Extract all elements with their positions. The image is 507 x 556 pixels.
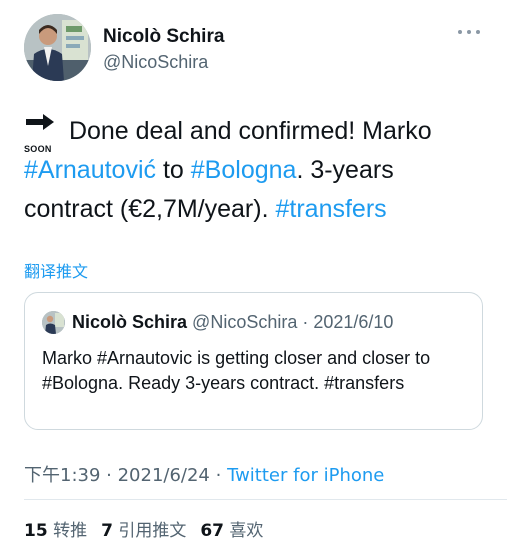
- soon-arrow-icon: SOON: [24, 114, 56, 154]
- quotes-count: 7: [101, 521, 113, 541]
- meta-separator: ·: [209, 465, 228, 486]
- likes-label: 喜欢: [229, 521, 264, 541]
- tweet-text-part: to: [156, 156, 191, 184]
- quoted-header: Nicolò Schira @NicoSchira · 2021/6/10: [72, 312, 393, 333]
- tweet-date[interactable]: 2021/6/24: [118, 465, 210, 486]
- tweet-time[interactable]: 下午1:39: [24, 465, 100, 486]
- tweet-meta: 下午1:39 · 2021/6/24 · Twitter for iPhone: [24, 461, 384, 487]
- author-name[interactable]: Nicolò Schira: [103, 26, 224, 48]
- retweets-label: 转推: [53, 521, 88, 541]
- tweet-stats: 15 转推 7 引用推文 67 喜欢: [24, 516, 263, 541]
- quotes-label: 引用推文: [118, 521, 187, 541]
- retweets-stat[interactable]: 15 转推: [24, 521, 87, 541]
- retweets-count: 15: [24, 521, 48, 541]
- quoted-date: 2021/6/10: [313, 312, 394, 332]
- more-dot: [476, 30, 480, 34]
- soon-label: SOON: [24, 144, 52, 154]
- likes-count: 67: [200, 521, 224, 541]
- more-dot: [467, 30, 471, 34]
- tweet-text-part: Done deal and confirmed! Marko: [62, 117, 432, 145]
- more-horizontal-icon[interactable]: [458, 22, 480, 42]
- meta-separator: ·: [100, 465, 118, 486]
- quoted-author-avatar: [42, 311, 65, 334]
- hashtag-link[interactable]: #Bologna: [191, 156, 297, 184]
- quoted-author-name: Nicolò Schira: [72, 312, 188, 332]
- quotes-stat[interactable]: 7 引用推文: [101, 521, 186, 541]
- tweet-source[interactable]: Twitter for iPhone: [227, 465, 384, 486]
- hashtag-link[interactable]: #transfers: [275, 195, 386, 223]
- quoted-author-handle: @NicoSchira: [192, 312, 298, 332]
- author-handle[interactable]: @NicoSchira: [103, 52, 208, 73]
- quoted-tweet[interactable]: Nicolò Schira @NicoSchira · 2021/6/10 Ma…: [24, 292, 483, 430]
- likes-stat[interactable]: 67 喜欢: [200, 521, 263, 541]
- quoted-separator: ·: [297, 312, 314, 332]
- divider: [24, 499, 507, 500]
- more-dot: [458, 30, 462, 34]
- author-avatar[interactable]: [24, 14, 91, 81]
- quoted-text: Marko #Arnautovic is getting closer and …: [42, 348, 431, 393]
- tweet-text: SOON Done deal and confirmed! Marko #Arn…: [24, 112, 484, 229]
- tweet-header: Nicolò Schira @NicoSchira: [24, 14, 484, 84]
- translate-tweet-link[interactable]: 翻译推文: [24, 258, 88, 282]
